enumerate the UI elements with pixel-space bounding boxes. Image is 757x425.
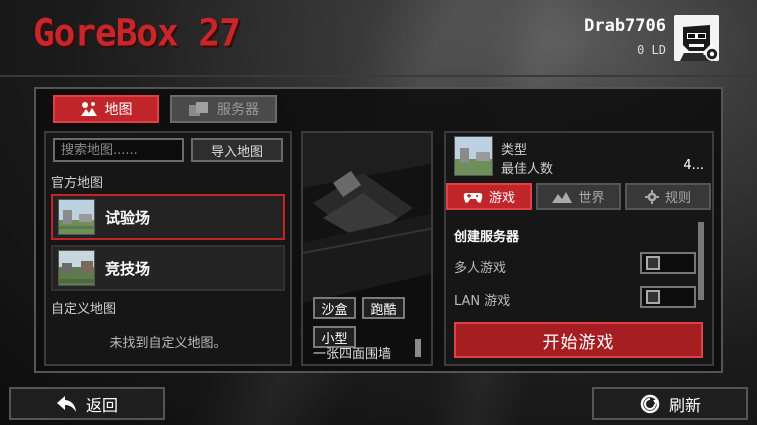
start-game-button[interactable]: 开始游戏 [454, 322, 703, 358]
back-arrow-icon [56, 395, 76, 412]
player-username: Drab7706 [584, 16, 666, 36]
no-custom-maps-message: 未找到自定义地图。 [109, 336, 227, 351]
toggle-knob [646, 256, 660, 270]
max-players-value: 4... [683, 158, 704, 173]
tab-world-label: 世界 [578, 191, 605, 206]
map-icon [80, 102, 97, 116]
server-icon [189, 102, 208, 116]
settings-scrollbar[interactable] [698, 222, 704, 300]
custom-maps-label: 自定义地图 [51, 302, 117, 317]
tab-map[interactable]: 地图 [53, 95, 159, 123]
official-maps-label: 官方地图 [51, 176, 104, 191]
map-description: 一张四面围墙 [313, 347, 392, 362]
tab-server[interactable]: 服务器 [170, 95, 277, 123]
gear-icon [644, 189, 659, 204]
tag-parkour: 跑酷 [362, 297, 405, 319]
tab-rules-label: 规则 [664, 191, 691, 206]
header-divider [0, 75, 757, 77]
tab-game[interactable]: 游戏 [446, 183, 532, 210]
map-thumbnail [58, 250, 95, 286]
settings-gear-icon[interactable] [703, 45, 719, 61]
refresh-button[interactable]: 刷新 [592, 387, 748, 420]
tab-game-label: 游戏 [488, 191, 515, 206]
map-item-proving-ground[interactable]: 试验场 [51, 194, 285, 240]
player-level: 0 LD [637, 43, 666, 57]
mountain-icon [552, 191, 573, 203]
tab-world[interactable]: 世界 [536, 183, 621, 210]
settings-scroll-area: 创建服务器 多人游戏 LAN 游戏 [447, 215, 713, 308]
back-button[interactable]: 返回 [9, 387, 165, 420]
max-players-label: 最佳人数 [501, 162, 554, 177]
map-item-arena[interactable]: 竞技场 [51, 245, 285, 291]
setting-multiplayer-label: 多人游戏 [454, 261, 507, 276]
toggle-knob [646, 290, 660, 304]
import-map-button[interactable]: 导入地图 [191, 138, 283, 162]
tab-map-label: 地图 [104, 102, 133, 118]
tab-server-label: 服务器 [217, 102, 259, 118]
refresh-icon [640, 394, 660, 413]
back-label: 返回 [85, 395, 118, 415]
map-name: 竞技场 [105, 259, 151, 278]
map-search-input[interactable] [53, 138, 184, 162]
tag-sandbox: 沙盒 [313, 297, 356, 319]
description-scrollbar[interactable] [415, 339, 421, 357]
selected-map-thumbnail [454, 136, 493, 176]
map-thumbnail [58, 199, 95, 235]
map-type-label: 类型 [501, 143, 528, 158]
game-logo: GoreBox 27 [33, 11, 241, 56]
lan-toggle[interactable] [640, 286, 696, 308]
gamepad-icon [463, 192, 483, 203]
create-server-title: 创建服务器 [454, 230, 520, 245]
multiplayer-toggle[interactable] [640, 252, 696, 274]
map-name: 试验场 [105, 208, 151, 227]
tab-rules[interactable]: 规则 [625, 183, 711, 210]
setting-lan-label: LAN 游戏 [454, 294, 511, 308]
avatar[interactable] [674, 15, 719, 61]
refresh-label: 刷新 [668, 395, 701, 415]
